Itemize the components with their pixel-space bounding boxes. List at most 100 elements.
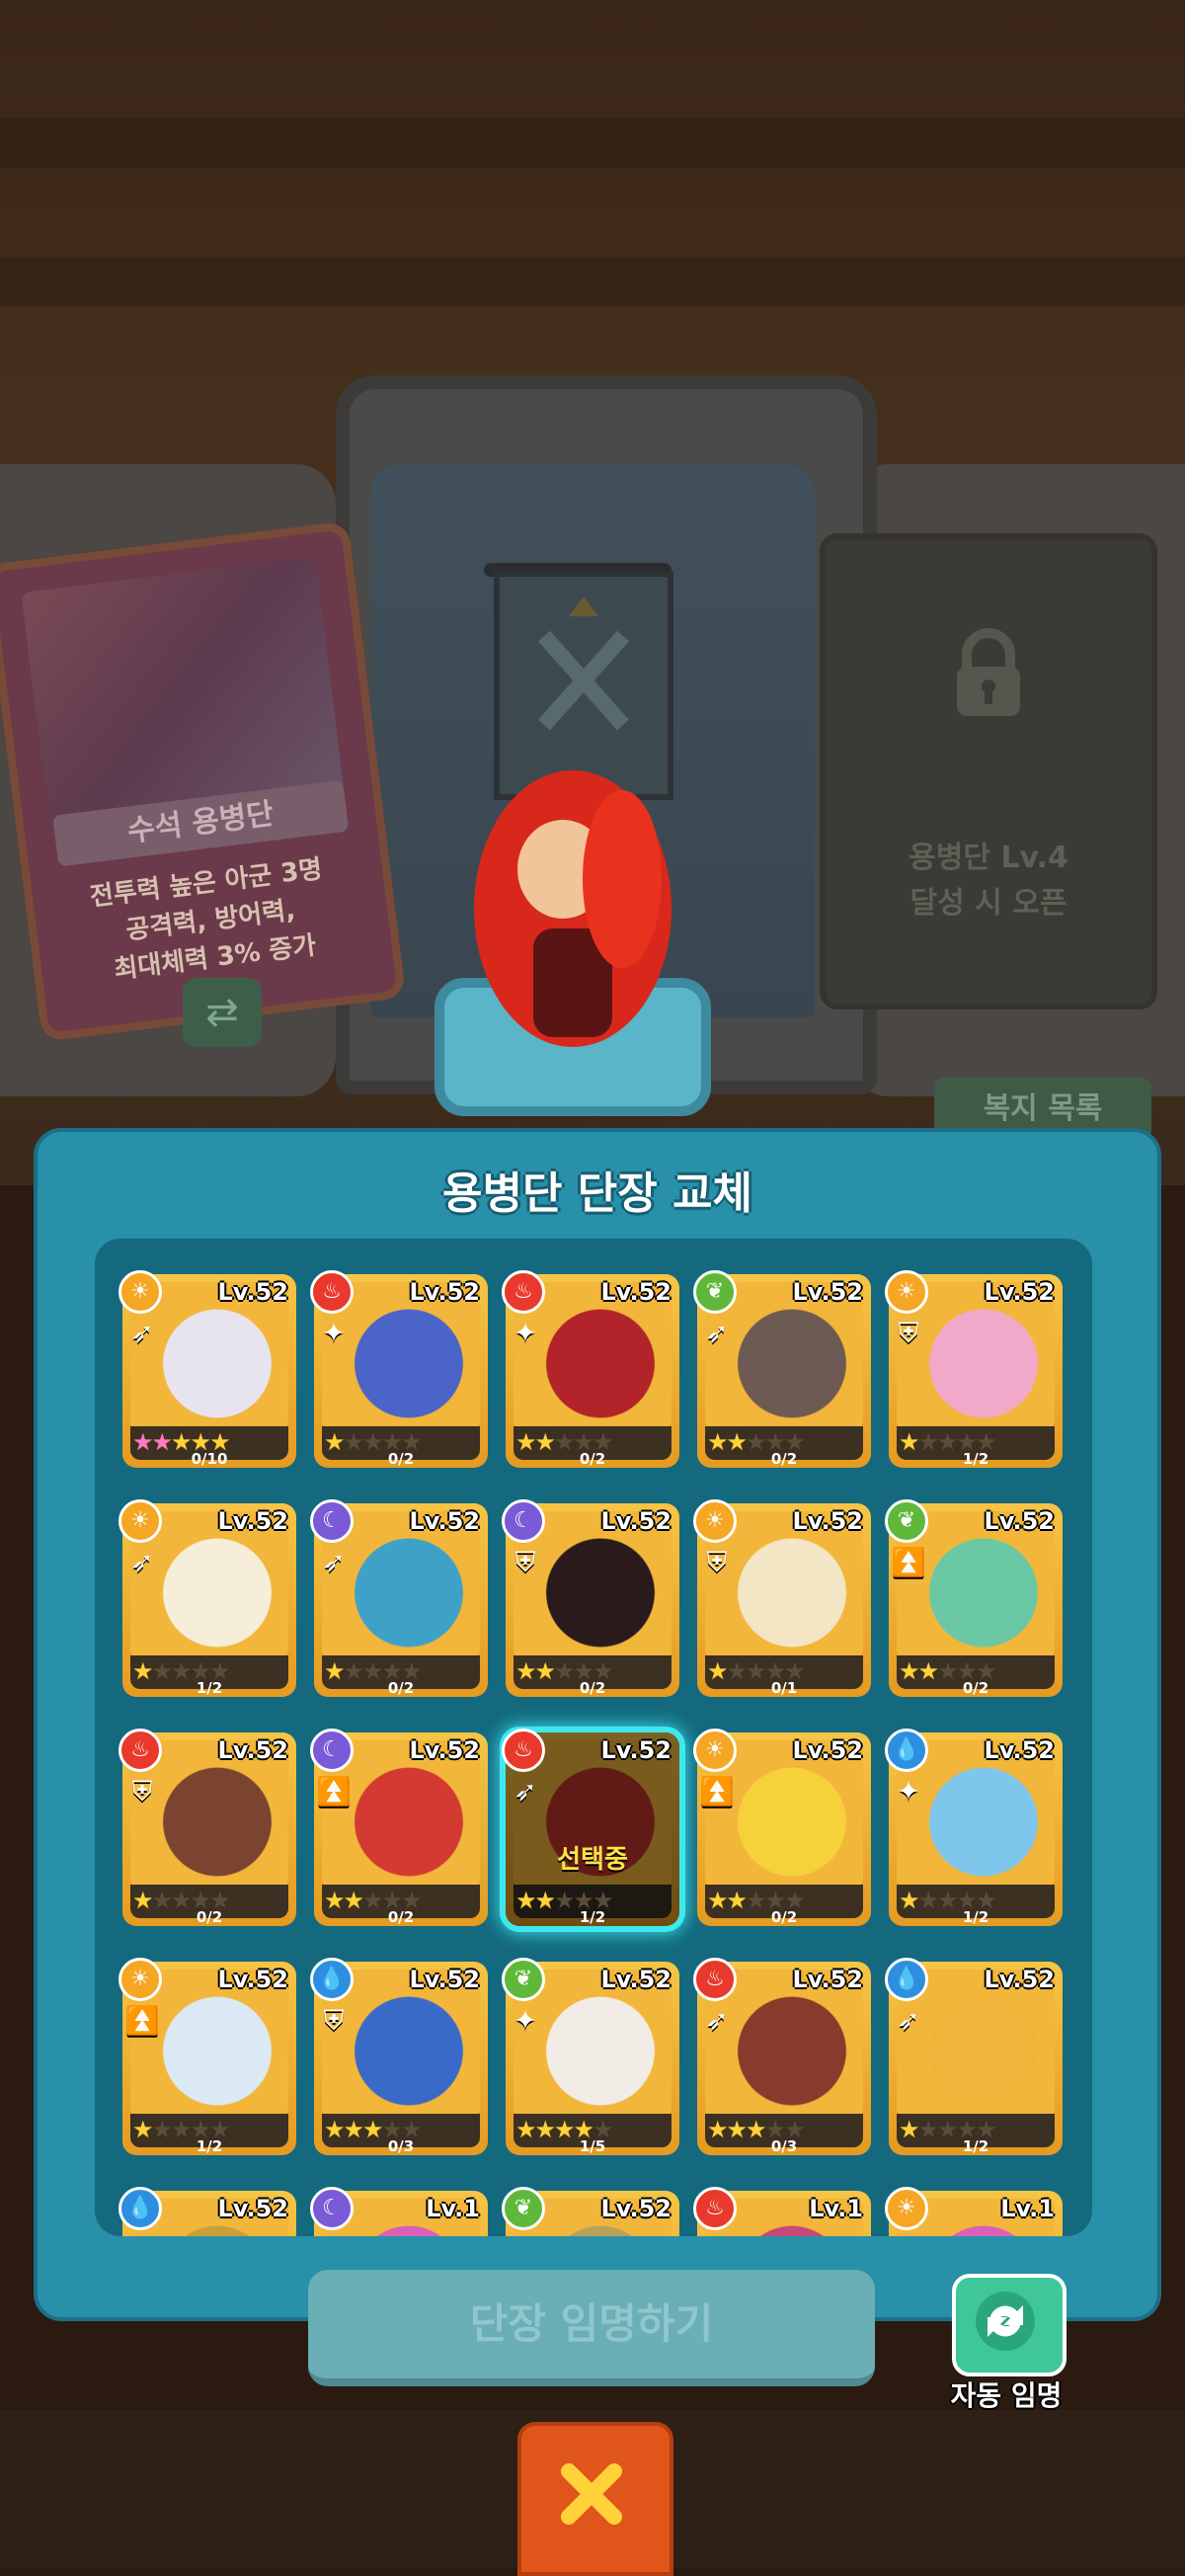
soulstone-count: 0/2 (387, 1679, 415, 1697)
cookie-card[interactable]: ☀ Lv.52 ➶ ★★★★★ 1/2 (118, 1499, 296, 1697)
cookie-level: Lv.1 (426, 2195, 480, 2222)
leader-cookie-portrait (474, 770, 672, 1047)
cookie-level: Lv.52 (600, 1966, 672, 1993)
cookie-level: Lv.52 (600, 1278, 672, 1306)
cookie-card[interactable]: ♨ Lv.52 ➶ ★★★★★ 0/3 (693, 1958, 871, 2155)
charge-role-icon: ⏫ (699, 1775, 735, 1808)
dark-element-icon: ☾ (502, 1499, 545, 1543)
cookie-level: Lv.52 (217, 2195, 289, 2222)
cookie-card[interactable]: 💧 Lv.52 (118, 2187, 296, 2236)
cookie-level: Lv.52 (984, 1736, 1056, 1764)
soulstone-count: 0/2 (962, 1679, 989, 1697)
defense-role-icon: ⛨ (898, 1317, 919, 1349)
cookie-card[interactable]: ❦ Lv.52 ✦ ★★★★★ 1/5 (502, 1958, 679, 2155)
lock-icon (957, 628, 1020, 716)
earth-element-icon: ❦ (502, 1958, 545, 2001)
cookie-card[interactable]: 💧 Lv.52 ⛨ ★★★★★ 0/3 (310, 1958, 488, 2155)
cookie-level: Lv.52 (409, 1736, 481, 1764)
cookie-card[interactable]: ☀ Lv.52 ⛨ ★★★★★ 1/2 (885, 1270, 1063, 1468)
cookie-level: Lv.52 (792, 1507, 864, 1535)
cookie-card[interactable]: ♨ Lv.52 ✦ ★★★★★ 0/2 (502, 1270, 679, 1468)
cookie-card[interactable]: ❦ Lv.52 (502, 2187, 679, 2236)
fire-element-icon: ♨ (693, 2187, 737, 2230)
fire-element-icon: ♨ (310, 1270, 354, 1314)
cookie-card[interactable]: ❦ Lv.52 ⏫ ★★★★★ 0/2 (885, 1499, 1063, 1697)
cookie-card[interactable]: ☀ Lv.52 ➶ ★★★★★ 0/10 (118, 1270, 296, 1468)
cookie-level: Lv.52 (409, 1507, 481, 1535)
cookie-level: Lv.52 (600, 1507, 672, 1535)
cookie-level: Lv.52 (984, 1966, 1056, 1993)
cookie-card[interactable]: ❦ Lv.52 ➶ ★★★★★ 0/2 (693, 1270, 871, 1468)
cookie-level: Lv.52 (984, 1507, 1056, 1535)
soulstone-count: 1/2 (962, 2137, 989, 2155)
leader-swap-popup: 용병단 단장 교체 ☀ Lv.52 ➶ ★★★★★ 0/10 ♨ Lv.52 ✦ ★★★★★ 0/… (34, 1128, 1161, 2321)
soulstone-count: 0/2 (579, 1679, 606, 1697)
fire-element-icon: ♨ (118, 1729, 162, 1772)
soulstone-count: 0/2 (196, 1908, 223, 1926)
fire-element-icon: ♨ (502, 1270, 545, 1314)
ranged-role-icon: ➶ (705, 2004, 729, 2037)
cookie-card[interactable]: ☀ Lv.52 ⛨ ★★★★★ 0/1 (693, 1499, 871, 1697)
charge-role-icon: ⏫ (891, 1546, 926, 1578)
water-element-icon: 💧 (310, 1958, 354, 2001)
soulstone-count: 0/2 (579, 1450, 606, 1468)
dark-element-icon: ☾ (310, 2187, 354, 2230)
cookie-card[interactable]: ♨ Lv.52 ✦ ★★★★★ 0/2 (310, 1270, 488, 1468)
ranged-role-icon: ➶ (514, 1775, 537, 1808)
cookie-card[interactable]: ☀ Lv.52 ⏫ ★★★★★ 1/2 (118, 1958, 296, 2155)
buff-card-description: 전투력 높은 아군 3명 공격력, 방어력, 최대체력 3% 증가 (88, 854, 324, 986)
close-icon (561, 2463, 622, 2525)
charge-role-icon: ⏫ (316, 1775, 352, 1808)
soulstone-count: 1/2 (962, 1450, 989, 1468)
cookie-card[interactable]: ☀ Lv.52 ⏫ ★★★★★ 0/2 (693, 1729, 871, 1926)
cookie-card[interactable]: ♨ Lv.1 (693, 2187, 871, 2236)
close-button[interactable] (517, 2422, 673, 2576)
left-buff-card: 수석 용병단 전투력 높은 아군 3명 공격력, 방어력, 최대체력 3% 증가 (0, 521, 407, 1042)
appoint-leader-button[interactable]: 단장 임명하기 (308, 2270, 875, 2386)
soulstone-count: 1/2 (196, 2137, 223, 2155)
cookie-card[interactable]: ☾ Lv.52 ➶ ★★★★★ 0/2 (310, 1499, 488, 1697)
soulstone-count: 0/2 (770, 1908, 798, 1926)
magic-role-icon: ✦ (322, 1317, 346, 1349)
fire-element-icon: ♨ (502, 1729, 545, 1772)
cookie-card[interactable]: ☾ Lv.52 ⛨ ★★★★★ 0/2 (502, 1499, 679, 1697)
popup-title: 용병단 단장 교체 (442, 1168, 752, 1219)
defense-role-icon: ⛨ (131, 1775, 153, 1808)
cookie-level: Lv.52 (792, 1736, 864, 1764)
cookie-card[interactable]: ☾ Lv.1 (310, 2187, 488, 2236)
soulstone-count: 0/3 (770, 2137, 798, 2155)
charge-role-icon: ⏫ (124, 2004, 160, 2037)
auto-appoint-button[interactable] (952, 2274, 1066, 2376)
cookie-card[interactable]: 💧 Lv.52 ➶ ★★★★★ 1/2 (885, 1958, 1063, 2155)
cookie-card[interactable]: ☀ Lv.1 (885, 2187, 1063, 2236)
locked-slot-text: 용병단 Lv.4 달성 시 오픈 (908, 841, 1068, 921)
ranged-role-icon: ➶ (130, 1546, 154, 1578)
soulstone-count: 0/10 (191, 1450, 228, 1468)
light-element-icon: ☀ (693, 1499, 737, 1543)
cookie-level: Lv.52 (217, 1966, 289, 1993)
soulstone-count: 0/2 (387, 1450, 415, 1468)
light-element-icon: ☀ (693, 1729, 737, 1772)
soulstone-count: 0/1 (770, 1679, 798, 1697)
ranged-role-icon: ➶ (705, 1317, 729, 1349)
cookie-card[interactable]: ☾ Lv.52 ⏫ ★★★★★ 0/2 (310, 1729, 488, 1926)
defense-role-icon: ⛨ (323, 2004, 345, 2037)
soulstone-count: 1/2 (196, 1679, 223, 1697)
magic-role-icon: ✦ (514, 2004, 537, 2037)
cookie-card[interactable]: ♨ Lv.52 ⛨ ★★★★★ 0/2 (118, 1729, 296, 1926)
soulstone-count: 1/5 (579, 2137, 606, 2155)
earth-element-icon: ❦ (502, 2187, 545, 2230)
ranged-role-icon: ➶ (897, 2004, 920, 2037)
cookie-card[interactable]: ♨ Lv.52 ➶ ★★★★★ 1/2 선택중 (502, 1729, 679, 1926)
cookie-grid-scroll[interactable]: ☀ Lv.52 ➶ ★★★★★ 0/10 ♨ Lv.52 ✦ ★★★★★ 0/2 ♨ Lv.52 ✦ ★★… (95, 1239, 1092, 2236)
cookie-level: Lv.1 (809, 2195, 863, 2222)
water-element-icon: 💧 (885, 1958, 928, 2001)
soulstone-count: 0/2 (770, 1450, 798, 1468)
soulstone-count: 0/2 (387, 1908, 415, 1926)
defense-role-icon: ⛨ (706, 1546, 728, 1578)
cookie-card[interactable]: 💧 Lv.52 ✦ ★★★★★ 1/2 (885, 1729, 1063, 1926)
defense-role-icon: ⛨ (514, 1546, 536, 1578)
earth-element-icon: ❦ (693, 1270, 737, 1314)
ranged-role-icon: ➶ (322, 1546, 346, 1578)
cookie-level: Lv.52 (792, 1278, 864, 1306)
